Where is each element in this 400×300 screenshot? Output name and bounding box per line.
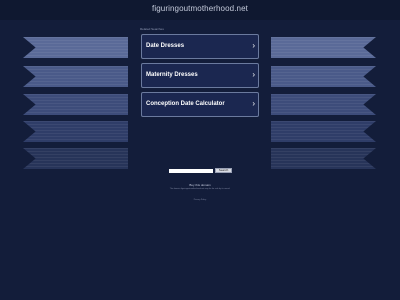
- decorative-chevron: [271, 37, 376, 58]
- sale-disclaimer: The domain figuringoutmotherhood.net may…: [169, 188, 231, 190]
- decorative-chevron: [271, 94, 376, 115]
- privacy-policy-link[interactable]: Privacy Policy: [0, 199, 400, 201]
- decorative-chevron: [23, 94, 128, 115]
- decorative-chevron: [23, 148, 128, 169]
- domain-title: figuringoutmotherhood.net: [152, 4, 248, 13]
- decorative-chevron: [23, 66, 128, 87]
- decorative-chevron: [23, 37, 128, 58]
- related-searches-heading: Related Searches: [140, 27, 164, 31]
- search-button[interactable]: Search: [215, 168, 232, 173]
- buy-domain-link[interactable]: Buy this domain: [0, 183, 400, 187]
- chevron-right-icon: ›: [252, 41, 255, 50]
- decorative-chevron: [271, 148, 376, 169]
- chevron-right-icon: ›: [252, 99, 255, 108]
- related-link-date-dresses[interactable]: Date Dresses ›: [141, 34, 259, 59]
- decorative-chevron: [23, 121, 128, 142]
- search-input[interactable]: [169, 169, 213, 173]
- related-link-conception-date-calculator[interactable]: Conception Date Calculator ›: [141, 92, 259, 117]
- decorative-chevron: [271, 121, 376, 142]
- related-link-label: Maternity Dresses: [146, 72, 198, 78]
- decorative-chevron: [271, 66, 376, 87]
- related-link-label: Date Dresses: [146, 43, 185, 49]
- chevron-right-icon: ›: [252, 70, 255, 79]
- related-link-maternity-dresses[interactable]: Maternity Dresses ›: [141, 63, 259, 88]
- related-link-label: Conception Date Calculator: [146, 101, 225, 107]
